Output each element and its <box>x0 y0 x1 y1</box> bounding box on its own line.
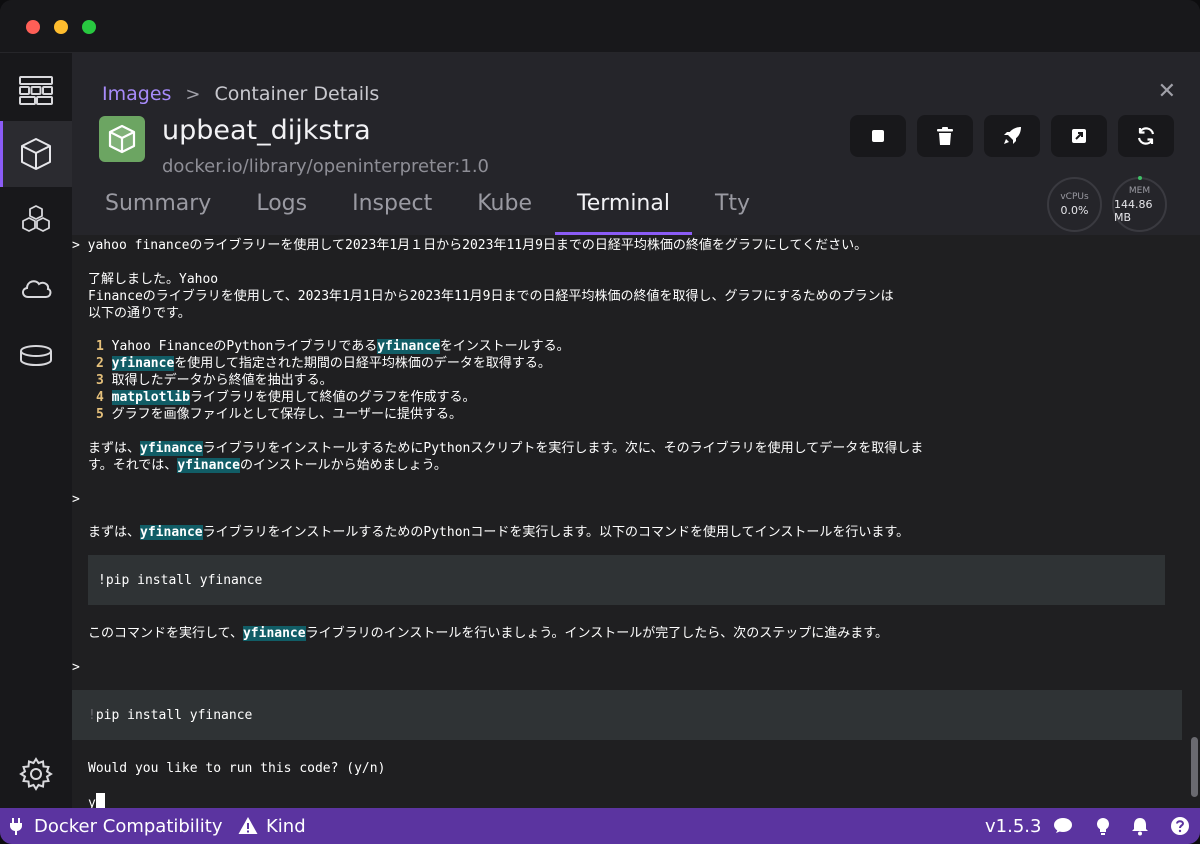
cloud-icon <box>22 280 52 298</box>
title-bar <box>0 0 1200 53</box>
rocket-icon <box>1004 127 1021 144</box>
breadcrumb-images-link[interactable]: Images <box>102 83 171 105</box>
terminal-prompt: > <box>72 660 80 675</box>
tips-button[interactable] <box>1093 808 1113 844</box>
nav-images[interactable] <box>0 187 72 253</box>
status-bar: Docker Compatibility Kind v1.5.3 <box>0 808 1200 844</box>
tab-terminal[interactable]: Terminal <box>555 191 692 235</box>
paragraph-1-line-2: す。それでは、yfinanceのインストールから始めましょう。 <box>88 458 447 473</box>
tab-tty[interactable]: Tty <box>715 191 750 235</box>
chat-icon <box>1054 818 1072 833</box>
kind-item[interactable]: Kind <box>238 808 306 844</box>
container-icon <box>99 116 145 162</box>
close-window-button[interactable] <box>26 20 40 34</box>
containers-icon <box>21 138 51 170</box>
docker-compatibility-label: Docker Compatibility <box>34 815 223 837</box>
app-window: Images > Container Details ✕ upbeat_dijk… <box>0 0 1200 844</box>
nav-settings[interactable] <box>0 741 72 807</box>
tab-summary[interactable]: Summary <box>105 191 211 235</box>
reply-line-3: 以下の通りです。 <box>88 306 191 321</box>
refresh-icon <box>1137 127 1155 145</box>
list-item: 4 matplotlibライブラリを使用して終値のグラフを作成する。 <box>96 390 476 405</box>
code-block: !pip install yfinance <box>88 555 1165 605</box>
volumes-icon <box>20 345 52 367</box>
container-image: docker.io/library/openinterpreter:1.0 <box>162 156 489 177</box>
list-item: 2 yfinanceを使用して指定された期間の日経平均株価のデータを取得する。 <box>96 356 551 371</box>
stop-button[interactable] <box>850 115 906 157</box>
mem-stat: MEM 144.86 MB <box>1112 176 1167 232</box>
tab-logs[interactable]: Logs <box>256 191 307 235</box>
list-item: 3 取得したデータから終値を抽出する。 <box>96 373 333 388</box>
mem-indicator <box>1138 176 1142 180</box>
terminal-prompt-line: > yahoo financeのライブラリーを使用して2023年1月１日から20… <box>72 238 868 253</box>
minimize-window-button[interactable] <box>54 20 68 34</box>
reply-line-1: 了解しました。Yahoo <box>88 272 219 287</box>
tab-inspect[interactable]: Inspect <box>352 191 432 235</box>
tab-bar: Summary Logs Inspect Kube Terminal Tty <box>105 191 795 235</box>
bell-icon <box>1132 818 1148 836</box>
code-block-run: !pip install yfinance <box>72 690 1182 740</box>
open-external-button[interactable] <box>1051 115 1107 157</box>
sidebar-nav <box>0 53 72 808</box>
list-item: 5 グラフを画像ファイルとして保存し、ユーザーに提供する。 <box>96 407 463 422</box>
restart-button[interactable] <box>1118 115 1174 157</box>
tab-kube[interactable]: Kube <box>477 191 532 235</box>
gear-icon <box>19 757 53 791</box>
container-name: upbeat_dijkstra <box>162 115 371 146</box>
delete-button[interactable] <box>917 115 973 157</box>
cpu-value: 0.0% <box>1060 204 1089 217</box>
terminal-cursor <box>95 793 105 808</box>
dashboard-icon <box>19 76 53 105</box>
deploy-button[interactable] <box>984 115 1040 157</box>
breadcrumb: Images > Container Details <box>102 83 379 105</box>
plug-icon <box>10 818 22 835</box>
cpu-stat: vCPUs 0.0% <box>1047 177 1102 232</box>
stop-icon <box>872 130 884 142</box>
maximize-window-button[interactable] <box>82 20 96 34</box>
paragraph-2: まずは、yfinanceライブラリをインストールするためのPythonコードを実… <box>88 525 910 540</box>
help-button[interactable] <box>1170 808 1190 844</box>
code-block-run-text: !pip install yfinance <box>88 708 253 723</box>
terminal-output[interactable]: > yahoo financeのライブラリーを使用して2023年1月１日から20… <box>72 235 1200 808</box>
version-label[interactable]: v1.5.3 <box>985 808 1041 844</box>
container-header: Images > Container Details ✕ upbeat_dijk… <box>72 53 1200 235</box>
mem-label: MEM <box>1128 185 1151 196</box>
feedback-button[interactable] <box>1053 808 1073 844</box>
lightbulb-icon <box>1097 818 1109 835</box>
terminal-prompt: > <box>72 492 80 507</box>
cpu-label: vCPUs <box>1060 192 1089 202</box>
action-toolbar <box>800 115 1200 157</box>
run-question: Would you like to run this code? (y/n) <box>88 761 386 776</box>
paragraph-1-line-1: まずは、yfinanceライブラリをインストールするためにPythonスクリプト… <box>88 441 924 456</box>
notifications-button[interactable] <box>1130 808 1150 844</box>
nav-volumes[interactable] <box>0 323 72 389</box>
trash-icon <box>937 127 953 145</box>
breadcrumb-separator: > <box>185 83 201 105</box>
nav-cloud[interactable] <box>0 255 72 321</box>
terminal-scrollbar[interactable] <box>1191 737 1198 797</box>
nav-containers[interactable] <box>0 121 72 187</box>
docker-compatibility-item[interactable]: Docker Compatibility <box>6 808 223 844</box>
images-icon <box>22 205 50 232</box>
help-icon <box>1171 817 1189 835</box>
paragraph-3: このコマンドを実行して、yfinanceライブラリのインストールを行いましょう。… <box>88 626 888 641</box>
external-link-icon <box>1072 129 1086 143</box>
reply-line-2: Financeのライブラリを使用して、2023年1月1日から2023年11月9日… <box>88 289 894 304</box>
nav-dashboard[interactable] <box>0 57 72 123</box>
close-icon[interactable]: ✕ <box>1158 79 1176 104</box>
main-panel: Images > Container Details ✕ upbeat_dijk… <box>72 53 1200 808</box>
warning-icon <box>238 817 258 834</box>
terminal-input[interactable]: y <box>88 793 105 808</box>
breadcrumb-current: Container Details <box>214 83 380 105</box>
kind-label: Kind <box>266 815 306 837</box>
code-block-text: !pip install yfinance <box>98 573 263 588</box>
list-item: 1 Yahoo FinanceのPythonライブラリであるyfinanceをイ… <box>96 339 570 354</box>
mem-value: 144.86 MB <box>1114 197 1153 224</box>
